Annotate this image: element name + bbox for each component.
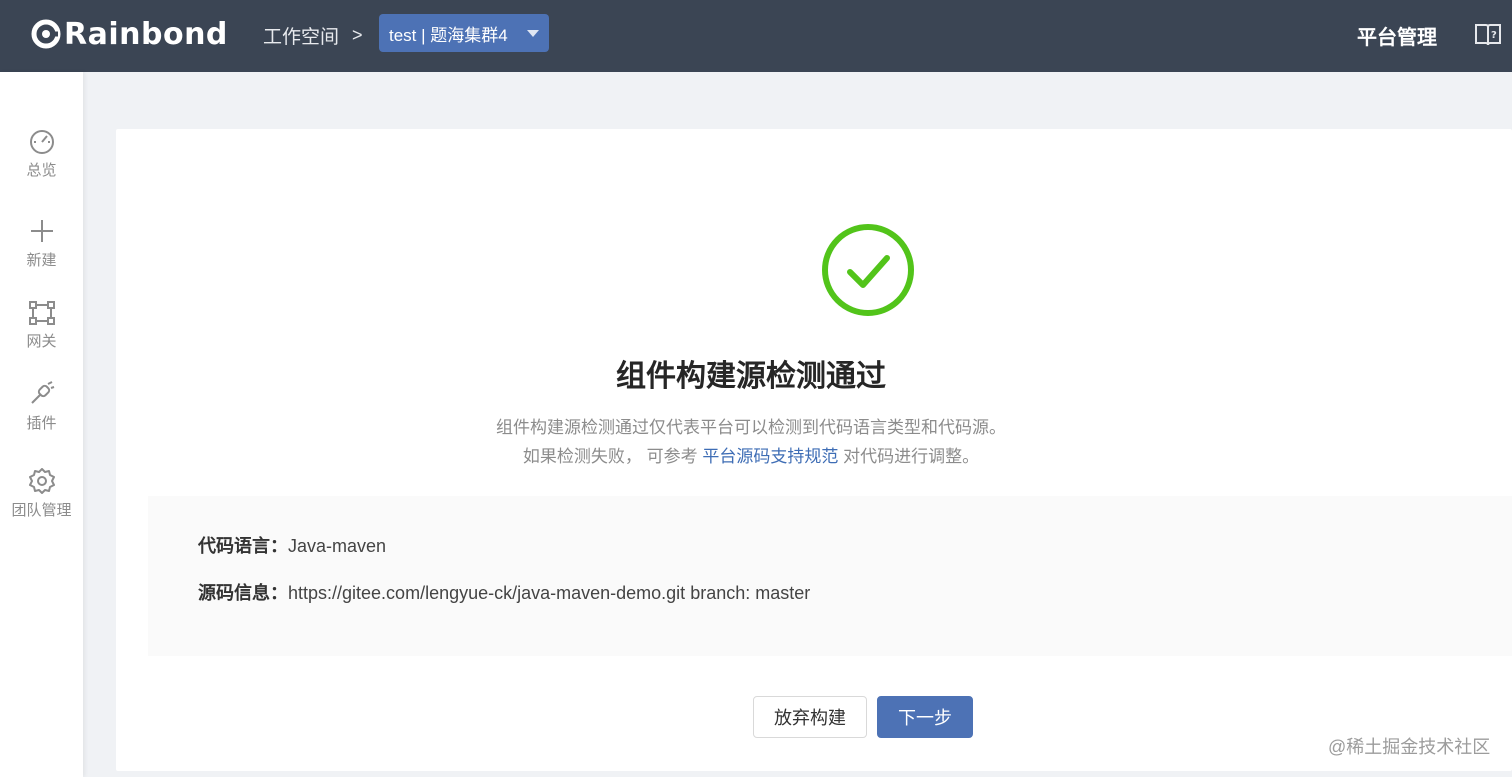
platform-admin-link[interactable]: 平台管理 (1357, 21, 1437, 50)
watermark: @稀土掘金技术社区 (1328, 737, 1491, 757)
abandon-build-button[interactable]: 放弃构建 (753, 696, 867, 738)
source-info-label: 源码信息： (198, 583, 288, 603)
sidebar-item-new[interactable]: 新建 (0, 218, 83, 270)
gear-icon (28, 468, 55, 494)
code-language-value: Java-maven (288, 536, 387, 556)
rainbond-logo-icon (31, 19, 61, 49)
next-step-button[interactable]: 下一步 (877, 696, 973, 738)
sidebar-item-label: 新建 (26, 252, 57, 269)
sidebar-item-label: 网关 (26, 333, 57, 350)
team-cluster-select-value: test | 题海集群4 (389, 25, 508, 45)
check-circle-icon (822, 224, 914, 316)
sidebar-item-label: 团队管理 (11, 502, 72, 519)
svg-text:?: ? (1491, 30, 1497, 41)
breadcrumb-workspace[interactable]: 工作空间 (263, 22, 339, 49)
team-cluster-select[interactable]: test | 题海集群4 (379, 14, 549, 52)
breadcrumb-separator: > (352, 25, 363, 45)
dashboard-icon (29, 130, 54, 154)
rainbond-logo[interactable]: Rainbond (30, 14, 228, 54)
desc-suffix: 对代码进行调整。 (838, 447, 980, 466)
gateway-icon (28, 301, 55, 325)
code-language-label: 代码语言： (198, 536, 288, 556)
breadcrumb: 工作空间 > (263, 22, 363, 49)
logo-text: Rainbond (64, 16, 228, 52)
source-spec-link[interactable]: 平台源码支持规范 (702, 447, 838, 466)
result-title: 组件构建源检测通过 (616, 360, 886, 393)
sidebar-item-label: 总览 (26, 162, 57, 179)
result-card: 组件构建源检测通过 组件构建源检测通过仅代表平台可以检测到代码语言类型和代码源。… (116, 129, 1512, 771)
detection-info-box: 代码语言：Java-maven 源码信息：https://gitee.com/l… (148, 496, 1512, 656)
source-info-value: https://gitee.com/lengyue-ck/java-maven-… (288, 583, 811, 603)
desc-prefix: 如果检测失败， 可参考 (522, 447, 703, 466)
result-description-line2: 如果检测失败， 可参考 平台源码支持规范 对代码进行调整。 (0, 442, 1502, 467)
sidebar-item-overview[interactable]: 总览 (0, 128, 83, 180)
book-help-icon[interactable]: ? (1474, 22, 1502, 48)
caret-down-icon (527, 30, 539, 37)
source-info-row: 源码信息：https://gitee.com/lengyue-ck/java-m… (198, 579, 810, 605)
sidebar-item-team-management[interactable]: 团队管理 (0, 468, 83, 520)
code-language-row: 代码语言：Java-maven (198, 532, 386, 558)
sidebar-item-gateway[interactable]: 网关 (0, 301, 83, 351)
result-description-line1: 组件构建源检测通过仅代表平台可以检测到代码语言类型和代码源。 (496, 418, 1006, 437)
top-header: Rainbond 工作空间 > test | 题海集群4 平台管理 ? (0, 0, 1512, 72)
plus-icon (30, 220, 53, 242)
